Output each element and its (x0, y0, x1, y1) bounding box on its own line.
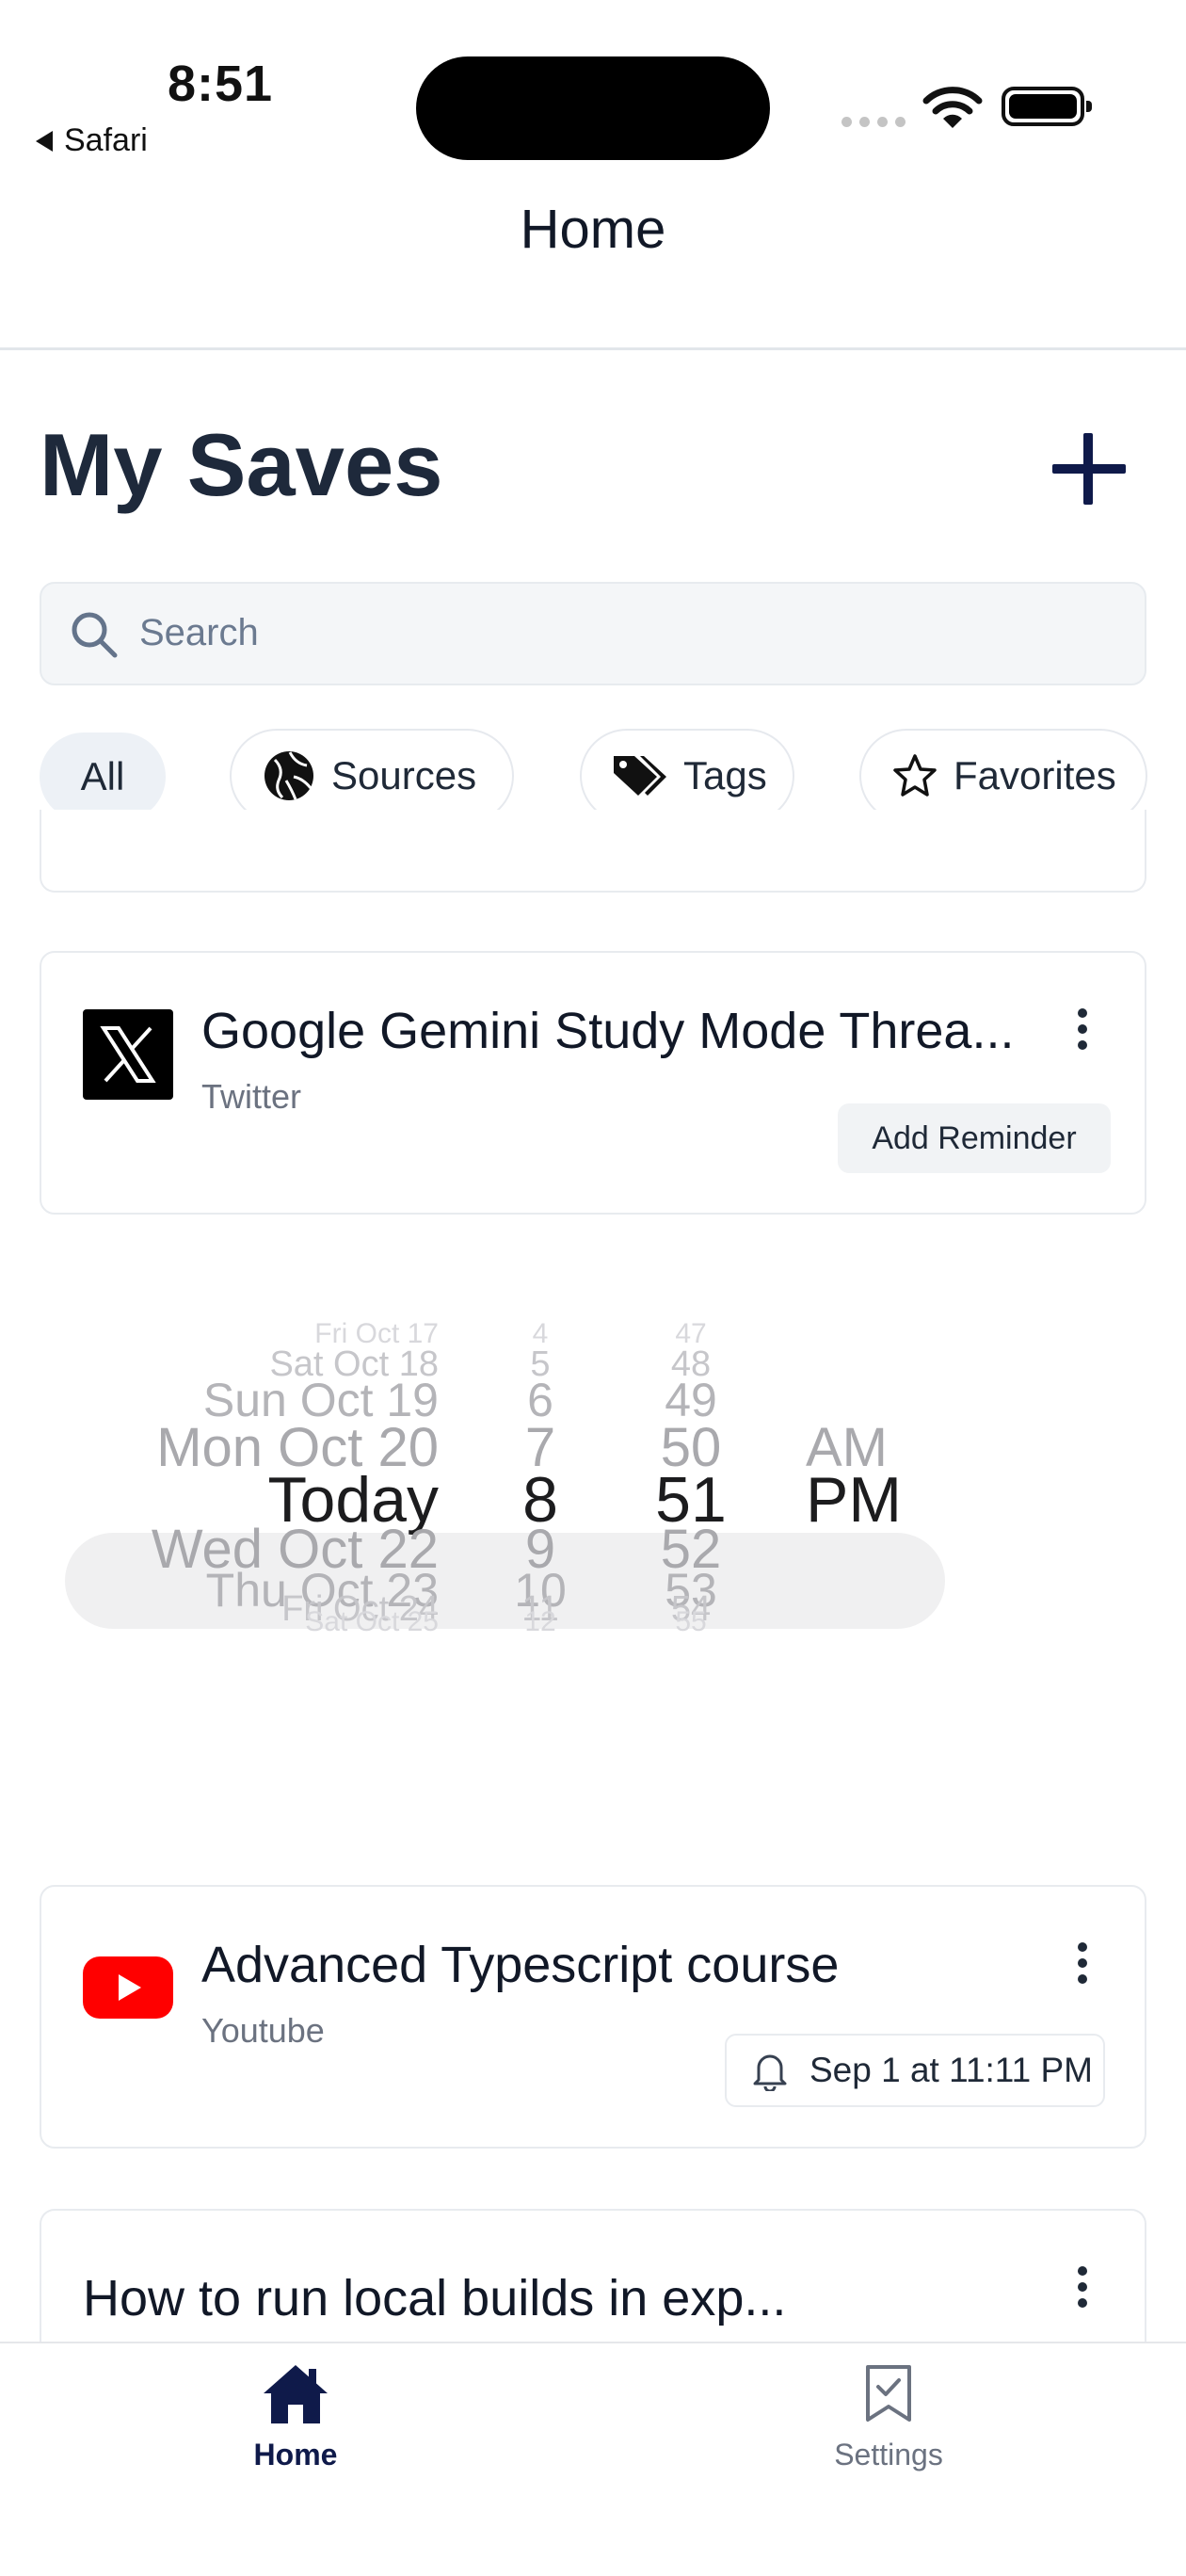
picker-mer-item[interactable]: PM (806, 1463, 902, 1537)
add-save-button[interactable] (1045, 426, 1133, 514)
more-options-button[interactable] (1069, 1940, 1096, 1991)
page-title: My Saves (40, 415, 443, 514)
picker-meridiem-column[interactable]: AM PM (0, 1318, 1186, 1827)
reminder-text: Sep 1 at 11:11 PM (809, 2051, 1093, 2089)
nav-title: Home (520, 199, 666, 260)
filter-favorites-chip[interactable]: Favorites (859, 729, 1147, 823)
tab-settings-label: Settings (834, 2438, 943, 2471)
filter-all-label: All (80, 754, 125, 798)
filter-all-chip[interactable]: All (40, 733, 166, 821)
save-source: Youtube (201, 2011, 325, 2050)
tab-home[interactable]: Home (154, 2363, 437, 2472)
back-arrow-icon (36, 130, 53, 152)
back-app-label: Safari (64, 122, 148, 158)
search-input[interactable]: Search (40, 582, 1146, 685)
save-title: How to run local builds in exp... (83, 2270, 787, 2326)
save-title: Google Gemini Study Mode Threa... (201, 1003, 1015, 1059)
cellular-signal-icon (841, 117, 906, 127)
x-logo-icon (83, 1009, 173, 1100)
tab-bar-divider (0, 2342, 1186, 2343)
nav-divider (0, 347, 1186, 350)
filter-tags-label: Tags (683, 753, 767, 797)
more-vertical-icon (1078, 2266, 1087, 2308)
reminder-date-time-picker[interactable]: Fri Oct 17 Sat Oct 18 Sun Oct 19 Mon Oct 20… (0, 1318, 1186, 1827)
house-icon (264, 2365, 328, 2423)
status-time: 8:51 (168, 56, 274, 112)
save-source: Twitter (201, 1077, 302, 1116)
save-card-partial[interactable] (40, 810, 1146, 893)
wifi-icon (922, 85, 983, 135)
tab-home-label: Home (253, 2438, 338, 2471)
filter-tags-chip[interactable]: Tags (580, 729, 794, 823)
battery-icon (1002, 87, 1092, 126)
filter-sources-chip[interactable]: Sources (230, 729, 514, 823)
back-to-app-button[interactable]: Safari (36, 122, 148, 159)
plus-icon (1052, 433, 1126, 505)
search-placeholder: Search (139, 612, 259, 653)
more-vertical-icon (1078, 1942, 1087, 1984)
save-title: Advanced Typescript course (201, 1937, 840, 1993)
filter-sources-label: Sources (331, 753, 477, 797)
dynamic-island (416, 56, 770, 160)
save-card[interactable]: Advanced Typescript course Youtube Sep 1… (40, 1885, 1146, 2149)
more-vertical-icon (1078, 1008, 1087, 1050)
bell-icon (753, 2054, 787, 2091)
bookmark-check-icon (866, 2365, 911, 2422)
tags-icon (614, 756, 666, 796)
filter-favorites-label: Favorites (954, 753, 1116, 797)
more-options-button[interactable] (1069, 1006, 1096, 1057)
more-options-button[interactable] (1069, 2263, 1096, 2315)
sources-globe-icon (264, 751, 313, 800)
star-icon (893, 754, 937, 797)
reminder-badge[interactable]: Sep 1 at 11:11 PM (725, 2034, 1105, 2107)
search-icon (72, 612, 118, 658)
youtube-logo-icon (83, 1956, 173, 2019)
tab-settings[interactable]: Settings (747, 2363, 1030, 2472)
add-reminder-button[interactable]: Add Reminder (838, 1103, 1111, 1173)
save-card[interactable]: Google Gemini Study Mode Threa... Twitte… (40, 951, 1146, 1215)
